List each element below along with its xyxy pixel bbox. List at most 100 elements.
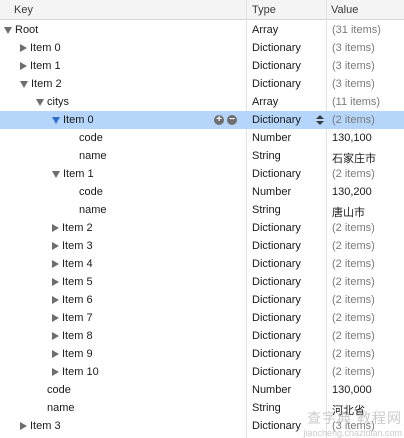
- type-cell[interactable]: Dictionary: [252, 78, 301, 90]
- key-cell[interactable]: Item 7: [52, 312, 93, 324]
- value-cell[interactable]: (3 items): [332, 60, 375, 72]
- key-cell[interactable]: code: [68, 186, 103, 198]
- disclosure-closed-icon[interactable]: [52, 314, 59, 322]
- value-cell[interactable]: (2 items): [332, 222, 375, 234]
- type-cell[interactable]: Dictionary: [252, 168, 301, 180]
- type-column-header[interactable]: Type: [252, 4, 276, 16]
- tree-row[interactable]: Item 4 Dictionary (2 items): [0, 255, 404, 273]
- disclosure-closed-icon[interactable]: [52, 242, 59, 250]
- tree-row[interactable]: Item 2 Dictionary (2 items): [0, 219, 404, 237]
- add-item-icon[interactable]: +: [214, 115, 224, 125]
- key-cell[interactable]: Item 5: [52, 276, 93, 288]
- disclosure-closed-icon[interactable]: [52, 332, 59, 340]
- tree-row[interactable]: code Number 130,200: [0, 183, 404, 201]
- tree-row[interactable]: name String 石家庄市: [0, 147, 404, 165]
- value-cell[interactable]: 唐山市: [332, 204, 365, 220]
- disclosure-open-icon[interactable]: [52, 171, 60, 178]
- key-cell[interactable]: Item 10: [52, 366, 99, 378]
- value-cell[interactable]: 130,100: [332, 132, 372, 144]
- disclosure-closed-icon[interactable]: [20, 44, 27, 52]
- key-cell[interactable]: name: [68, 204, 107, 216]
- tree-row[interactable]: Item 1 Dictionary (3 items): [0, 57, 404, 75]
- key-cell[interactable]: code: [36, 384, 71, 396]
- disclosure-open-icon[interactable]: [4, 27, 12, 34]
- value-cell[interactable]: (2 items): [332, 294, 375, 306]
- key-cell[interactable]: Item 8: [52, 330, 93, 342]
- disclosure-closed-icon[interactable]: [52, 278, 59, 286]
- key-cell[interactable]: name: [68, 150, 107, 162]
- value-cell[interactable]: (2 items): [332, 366, 375, 378]
- value-cell[interactable]: 石家庄市: [332, 150, 376, 166]
- value-cell[interactable]: (11 items): [332, 96, 380, 108]
- type-cell[interactable]: Dictionary: [252, 240, 301, 252]
- value-cell[interactable]: 130,000: [332, 384, 372, 396]
- remove-item-icon[interactable]: −: [227, 115, 237, 125]
- key-cell[interactable]: name: [36, 402, 75, 414]
- type-cell[interactable]: String: [252, 204, 281, 216]
- type-cell[interactable]: Dictionary: [252, 222, 301, 234]
- key-cell[interactable]: citys: [36, 96, 69, 108]
- key-cell[interactable]: Root: [4, 24, 38, 36]
- value-cell[interactable]: (2 items): [332, 348, 375, 360]
- type-cell[interactable]: Dictionary: [252, 258, 301, 270]
- key-cell[interactable]: Item 3: [20, 420, 61, 432]
- type-cell[interactable]: Dictionary: [252, 330, 301, 342]
- type-cell[interactable]: Dictionary: [252, 312, 301, 324]
- key-cell[interactable]: Item 9: [52, 348, 93, 360]
- disclosure-closed-icon[interactable]: [52, 224, 59, 232]
- disclosure-closed-icon[interactable]: [52, 368, 59, 376]
- key-cell[interactable]: Item 0: [20, 42, 61, 54]
- tree-row[interactable]: Item 10 Dictionary (2 items): [0, 363, 404, 381]
- key-cell[interactable]: Item 1: [20, 60, 61, 72]
- disclosure-open-icon[interactable]: [36, 99, 44, 106]
- value-cell[interactable]: (2 items): [332, 258, 375, 270]
- disclosure-closed-icon[interactable]: [52, 350, 59, 358]
- tree-row[interactable]: Item 5 Dictionary (2 items): [0, 273, 404, 291]
- tree-row[interactable]: Item 0 Dictionary (3 items): [0, 39, 404, 57]
- type-stepper-icon[interactable]: [315, 113, 325, 127]
- tree-row[interactable]: Item 8 Dictionary (2 items): [0, 327, 404, 345]
- value-cell[interactable]: (2 items): [332, 312, 375, 324]
- key-cell[interactable]: Item 0: [52, 114, 94, 126]
- tree-row[interactable]: citys Array (11 items): [0, 93, 404, 111]
- type-cell[interactable]: Number: [252, 186, 291, 198]
- value-cell[interactable]: (2 items): [332, 114, 375, 126]
- disclosure-open-icon[interactable]: [20, 81, 28, 88]
- disclosure-open-icon[interactable]: [52, 117, 60, 124]
- value-cell[interactable]: (2 items): [332, 168, 375, 180]
- key-cell[interactable]: code: [68, 132, 103, 144]
- tree-row[interactable]: name String 唐山市: [0, 201, 404, 219]
- tree-row[interactable]: code Number 130,000: [0, 381, 404, 399]
- key-cell[interactable]: Item 2: [20, 78, 62, 90]
- value-cell[interactable]: 130,200: [332, 186, 372, 198]
- type-cell[interactable]: Array: [252, 96, 278, 108]
- key-cell[interactable]: Item 4: [52, 258, 93, 270]
- type-cell[interactable]: String: [252, 402, 281, 414]
- type-cell[interactable]: String: [252, 150, 281, 162]
- tree-row[interactable]: code Number 130,100: [0, 129, 404, 147]
- type-cell[interactable]: Dictionary: [252, 276, 301, 288]
- type-cell[interactable]: Dictionary: [252, 60, 301, 72]
- type-cell[interactable]: Dictionary: [252, 42, 301, 54]
- disclosure-closed-icon[interactable]: [52, 260, 59, 268]
- tree-row[interactable]: Item 9 Dictionary (2 items): [0, 345, 404, 363]
- type-cell[interactable]: Dictionary: [252, 294, 301, 306]
- type-cell[interactable]: Number: [252, 384, 291, 396]
- type-cell[interactable]: Dictionary: [252, 366, 301, 378]
- tree-row[interactable]: Item 7 Dictionary (2 items): [0, 309, 404, 327]
- value-cell[interactable]: (2 items): [332, 276, 375, 288]
- type-cell[interactable]: Number: [252, 132, 291, 144]
- value-cell[interactable]: (3 items): [332, 42, 375, 54]
- key-cell[interactable]: Item 1: [52, 168, 94, 180]
- disclosure-closed-icon[interactable]: [52, 296, 59, 304]
- type-cell[interactable]: Array: [252, 24, 278, 36]
- tree-row[interactable]: Item 6 Dictionary (2 items): [0, 291, 404, 309]
- key-column-header[interactable]: Key: [14, 4, 33, 16]
- tree-row[interactable]: Item 3 Dictionary (2 items): [0, 237, 404, 255]
- tree-row[interactable]: Root Array (31 items): [0, 21, 404, 39]
- value-cell[interactable]: (3 items): [332, 78, 375, 90]
- key-cell[interactable]: Item 6: [52, 294, 93, 306]
- value-column-header[interactable]: Value: [331, 4, 358, 16]
- value-cell[interactable]: (31 items): [332, 24, 381, 36]
- value-cell[interactable]: (2 items): [332, 330, 375, 342]
